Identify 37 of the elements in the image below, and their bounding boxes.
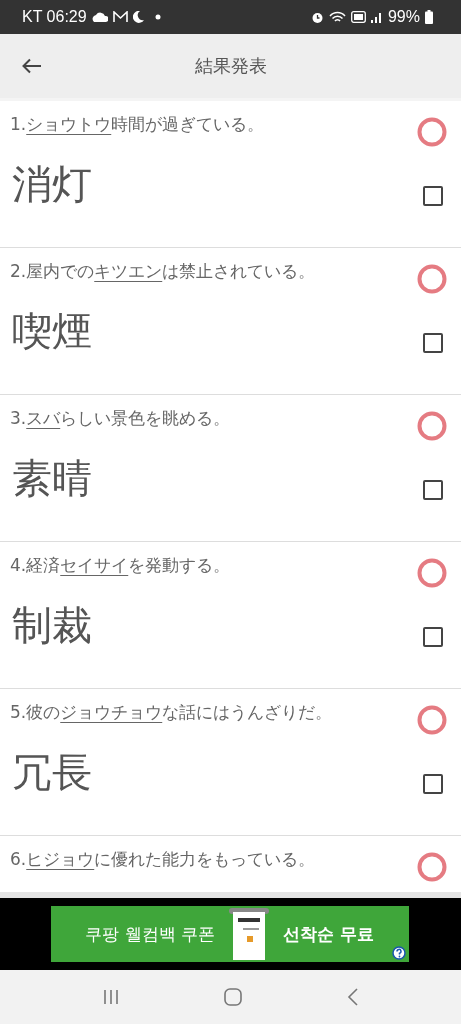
moon-icon [132,11,144,23]
question-sentence: 5.彼のジョウチョウな話にはうんざりだ。 [10,701,333,724]
answer-kanji: 冗長 [11,748,92,797]
checkbox[interactable] [423,626,443,647]
coupon-icon [228,906,269,962]
checkbox[interactable] [423,332,443,353]
ad-banner[interactable]: 쿠팡 웰컴백 쿠폰 선착순 무료 [50,906,409,962]
question-sentence: 4.経済セイサイ を発動する。 [10,554,231,577]
ad-text: 쿠팡 웰컴백 쿠폰 [85,922,215,946]
status-time: KT 06:29 [22,8,87,26]
wifi-icon [328,10,346,24]
ad-text: 선착순 무료 [282,922,374,946]
battery-percent: 99% [387,8,420,26]
screen-title: 結果発表 [194,54,267,78]
signal-icon [370,11,383,23]
help-icon[interactable] [391,946,406,960]
checkbox[interactable] [423,479,443,500]
question-sentence: 2.屋内でのキツエンは禁止されている。 [10,260,316,283]
answer-kanji: 喫煙 [11,307,92,356]
cloud-icon [91,12,108,22]
alarm-icon [310,10,324,24]
question-sentence: 3.スバらしい景色を眺める。 [10,407,231,430]
home-icon[interactable] [224,988,243,1006]
answer-kanji: 消灯 [11,160,92,209]
answer-kanji: 制裁 [11,601,92,650]
back-arrow-icon[interactable] [22,58,42,74]
hd-icon [350,11,366,23]
checkbox[interactable] [423,185,443,206]
recent-apps-icon[interactable] [102,989,121,1005]
back-icon[interactable] [346,988,359,1006]
dot-icon [154,14,161,20]
battery-icon [425,10,433,24]
answer-kanji: 素晴 [11,454,92,503]
question-sentence: 6.ヒジョウに優れた能力をもっている。 [10,848,316,871]
checkbox[interactable] [423,773,443,794]
mail-icon [112,11,128,23]
question-sentence: 1.ショウトウ時間が過ぎている。 [10,113,265,136]
